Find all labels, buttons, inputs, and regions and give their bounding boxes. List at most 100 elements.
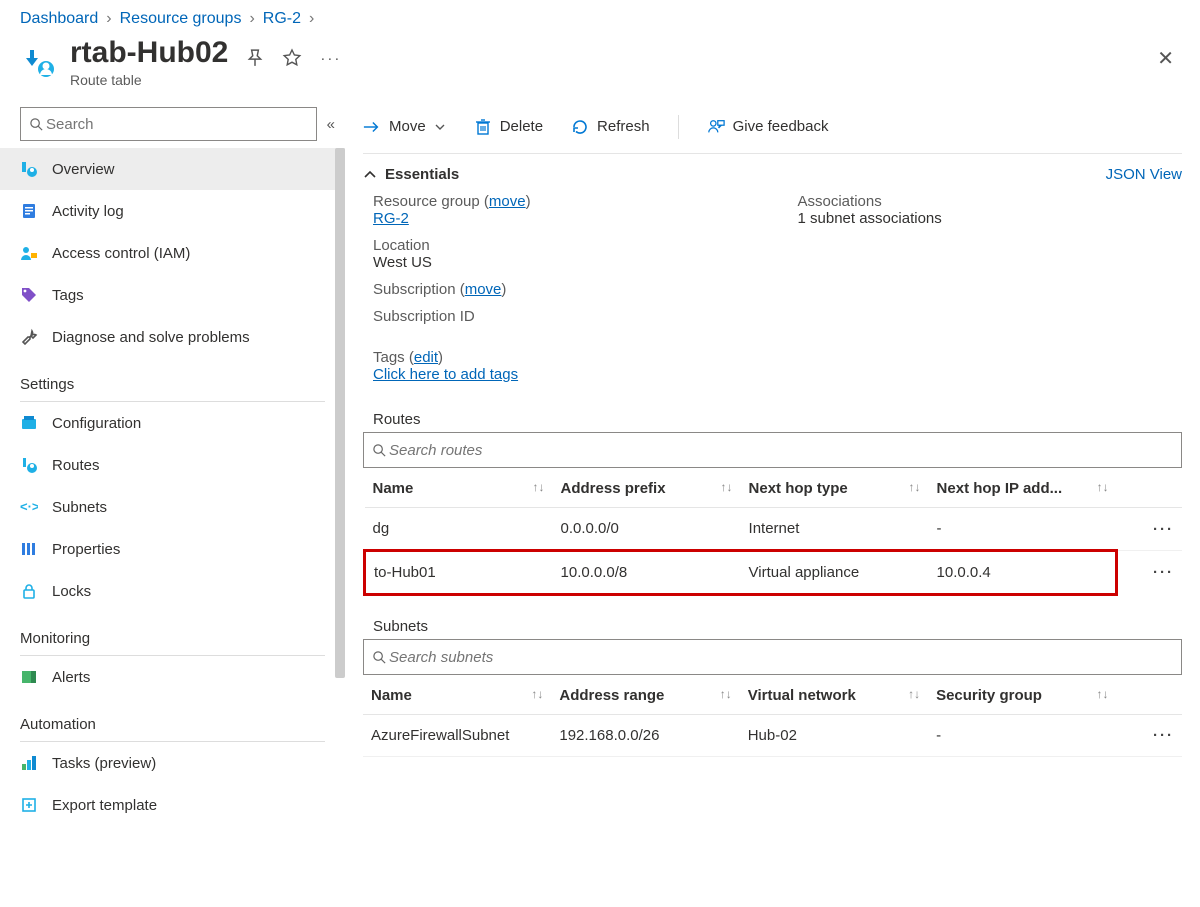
sidebar-item-label: Subnets	[52, 499, 107, 516]
tasks-icon	[20, 754, 38, 772]
breadcrumb-dashboard[interactable]: Dashboard	[20, 10, 98, 28]
json-view-link[interactable]: JSON View	[1106, 166, 1182, 183]
sidebar-item-activity-log[interactable]: Activity log	[0, 190, 345, 232]
star-icon[interactable]	[282, 48, 302, 68]
delete-label: Delete	[500, 118, 543, 135]
sidebar-item-diagnose[interactable]: Diagnose and solve problems	[0, 316, 345, 358]
table-row-highlighted[interactable]: to-Hub01 10.0.0.0/8 Virtual appliance 10…	[365, 551, 1183, 595]
route-hoptype: Internet	[741, 508, 929, 551]
sidebar-item-label: Diagnose and solve problems	[52, 329, 250, 346]
route-hopip: -	[929, 508, 1117, 551]
sidebar-search-input[interactable]	[44, 115, 308, 134]
tags-icon	[20, 286, 38, 304]
col-name[interactable]: Name↑↓	[365, 470, 553, 508]
col-range[interactable]: Address range↑↓	[551, 677, 739, 715]
delete-button[interactable]: Delete	[474, 118, 543, 136]
sidebar-item-export-template[interactable]: Export template	[0, 784, 345, 826]
subscription-move-link[interactable]: move	[465, 281, 502, 298]
row-menu-button[interactable]: ···	[1116, 715, 1182, 757]
sidebar-item-label: Tasks (preview)	[52, 755, 156, 772]
sidebar-item-label: Locks	[52, 583, 91, 600]
sidebar-item-properties[interactable]: Properties	[0, 528, 345, 570]
tags-label: Tags (	[373, 349, 414, 366]
sort-icon: ↑↓	[720, 687, 732, 701]
rg-value-link[interactable]: RG-2	[373, 210, 409, 227]
sort-icon: ↑↓	[1096, 687, 1108, 701]
table-row[interactable]: dg 0.0.0.0/0 Internet - ···	[365, 508, 1183, 551]
routes-table: Name↑↓ Address prefix↑↓ Next hop type↑↓ …	[363, 470, 1182, 596]
export-template-icon	[20, 796, 38, 814]
row-menu-button[interactable]: ···	[1117, 551, 1182, 595]
sidebar-item-label: Export template	[52, 797, 157, 814]
subnet-sg: -	[928, 715, 1116, 757]
rg-label: Resource group (	[373, 193, 489, 210]
more-icon[interactable]: ···	[320, 50, 341, 67]
location-value: West US	[373, 254, 432, 271]
pin-icon[interactable]	[246, 49, 264, 67]
feedback-button[interactable]: Give feedback	[707, 118, 829, 136]
sidebar-heading-monitoring: Monitoring	[0, 612, 345, 651]
subscription-label: Subscription (	[373, 281, 465, 298]
routes-search-input[interactable]	[387, 441, 1173, 460]
sidebar-item-subnets[interactable]: <·> Subnets	[0, 486, 345, 528]
sidebar-item-alerts[interactable]: Alerts	[0, 656, 345, 698]
associations-label: Associations	[798, 193, 882, 210]
subnets-search-input[interactable]	[387, 648, 1173, 667]
essentials-toggle[interactable]: Essentials	[363, 166, 459, 183]
command-bar: Move Delete Refresh Give feedback	[363, 100, 1182, 154]
route-prefix: 10.0.0.0/8	[553, 551, 741, 595]
col-prefix[interactable]: Address prefix↑↓	[553, 470, 741, 508]
chevron-right-icon: ›	[106, 10, 111, 28]
iam-icon	[20, 244, 38, 262]
routes-search[interactable]	[363, 432, 1182, 468]
sidebar-item-tags[interactable]: Tags	[0, 274, 345, 316]
sidebar: « Overview Activity log Access control (…	[0, 100, 345, 826]
sidebar-item-label: Activity log	[52, 203, 124, 220]
resource-type-label: Route table	[70, 72, 228, 88]
feedback-icon	[707, 118, 725, 136]
col-hopip[interactable]: Next hop IP add...↑↓	[929, 470, 1117, 508]
svg-text:<·>: <·>	[20, 499, 38, 514]
col-vnet[interactable]: Virtual network↑↓	[740, 677, 928, 715]
sidebar-item-configuration[interactable]: Configuration	[0, 402, 345, 444]
chevron-right-icon: ›	[249, 10, 254, 28]
route-prefix: 0.0.0.0/0	[553, 508, 741, 551]
associations-value: 1 subnet associations	[798, 210, 942, 227]
collapse-sidebar-icon[interactable]: «	[327, 116, 331, 133]
sidebar-item-overview[interactable]: Overview	[0, 148, 345, 190]
route-name: to-Hub01	[365, 551, 553, 595]
col-sg[interactable]: Security group↑↓	[928, 677, 1116, 715]
row-menu-button[interactable]: ···	[1117, 508, 1182, 551]
rg-move-link[interactable]: move	[489, 193, 526, 210]
arrow-right-icon	[363, 118, 381, 136]
sidebar-search[interactable]	[20, 107, 317, 141]
move-label: Move	[389, 118, 426, 135]
sidebar-item-locks[interactable]: Locks	[0, 570, 345, 612]
sidebar-item-label: Access control (IAM)	[52, 245, 190, 262]
sidebar-item-access-control[interactable]: Access control (IAM)	[0, 232, 345, 274]
col-name[interactable]: Name↑↓	[363, 677, 551, 715]
move-button[interactable]: Move	[363, 118, 446, 136]
breadcrumb-resource-groups[interactable]: Resource groups	[120, 10, 242, 28]
col-hoptype[interactable]: Next hop type↑↓	[741, 470, 929, 508]
refresh-button[interactable]: Refresh	[571, 118, 650, 136]
sidebar-item-label: Alerts	[52, 669, 90, 686]
subnet-range: 192.168.0.0/26	[551, 715, 739, 757]
essentials-panel: Resource group (move) RG-2 Location West…	[363, 193, 1182, 389]
breadcrumb: Dashboard › Resource groups › RG-2 ›	[0, 0, 1200, 32]
sidebar-heading-settings: Settings	[0, 358, 345, 397]
add-tags-link[interactable]: Click here to add tags	[373, 366, 518, 383]
sidebar-item-tasks[interactable]: Tasks (preview)	[0, 742, 345, 784]
lock-icon	[20, 582, 38, 600]
table-row[interactable]: AzureFirewallSubnet 192.168.0.0/26 Hub-0…	[363, 715, 1182, 757]
breadcrumb-rg2[interactable]: RG-2	[263, 10, 301, 28]
configuration-icon	[20, 414, 38, 432]
location-label: Location	[373, 237, 430, 254]
tags-edit-link[interactable]: edit	[414, 349, 438, 366]
close-icon[interactable]: ✕	[1157, 46, 1174, 71]
refresh-label: Refresh	[597, 118, 650, 135]
sidebar-item-routes[interactable]: Routes	[0, 444, 345, 486]
sidebar-item-label: Tags	[52, 287, 84, 304]
sort-icon: ↑↓	[531, 687, 543, 701]
subnets-search[interactable]	[363, 639, 1182, 675]
